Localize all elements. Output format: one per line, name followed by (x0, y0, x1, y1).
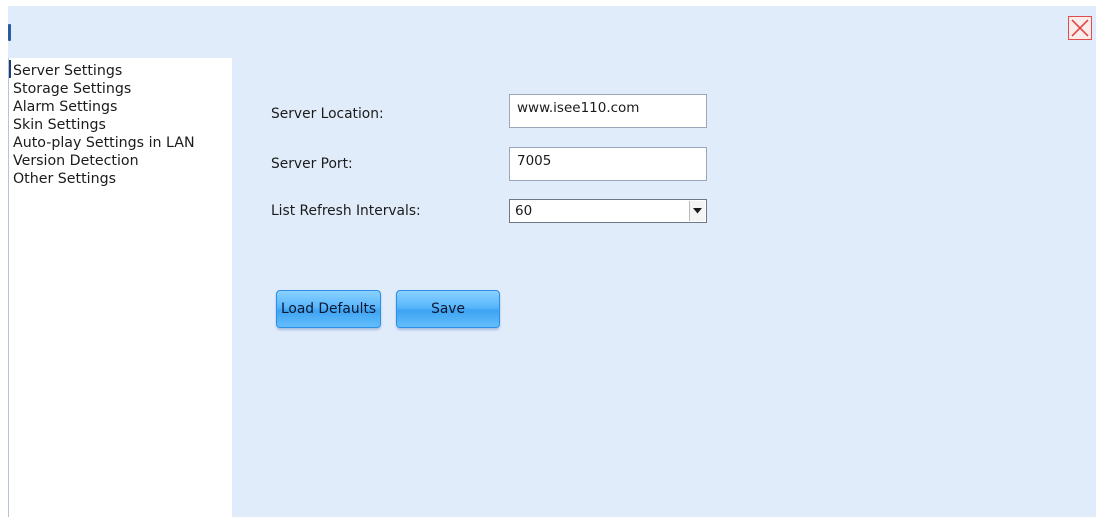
selected-item-marker (9, 60, 11, 78)
sidebar-item-other-settings[interactable]: Other Settings (10, 170, 232, 188)
refresh-interval-select[interactable]: 60 (509, 199, 707, 223)
settings-sidebar: Server Settings Storage Settings Alarm S… (10, 58, 232, 517)
title-indicator (8, 24, 11, 41)
settings-content-panel: Server Location: Server Port: List Refre… (232, 58, 1096, 517)
sidebar-item-alarm-settings[interactable]: Alarm Settings (10, 98, 232, 116)
sidebar-item-storage-settings[interactable]: Storage Settings (10, 80, 232, 98)
dropdown-arrow-icon[interactable] (689, 201, 705, 221)
server-port-input[interactable] (509, 147, 707, 181)
server-location-input[interactable] (509, 94, 707, 128)
sidebar-item-auto-play-settings[interactable]: Auto-play Settings in LAN (10, 134, 232, 152)
server-port-label: Server Port: (271, 156, 353, 172)
window-left-border (8, 58, 9, 517)
close-button[interactable] (1068, 16, 1092, 40)
sidebar-item-version-detection[interactable]: Version Detection (10, 152, 232, 170)
refresh-interval-label: List Refresh Intervals: (271, 203, 421, 219)
server-location-label: Server Location: (271, 106, 384, 122)
save-button[interactable]: Save (396, 290, 500, 328)
close-x-icon (1071, 19, 1089, 37)
title-bar (8, 6, 1096, 58)
sidebar-item-skin-settings[interactable]: Skin Settings (10, 116, 232, 134)
sidebar-item-server-settings[interactable]: Server Settings (10, 62, 232, 80)
settings-window: Server Settings Storage Settings Alarm S… (0, 0, 1096, 517)
refresh-interval-value: 60 (515, 203, 533, 219)
load-defaults-button[interactable]: Load Defaults (276, 290, 381, 328)
